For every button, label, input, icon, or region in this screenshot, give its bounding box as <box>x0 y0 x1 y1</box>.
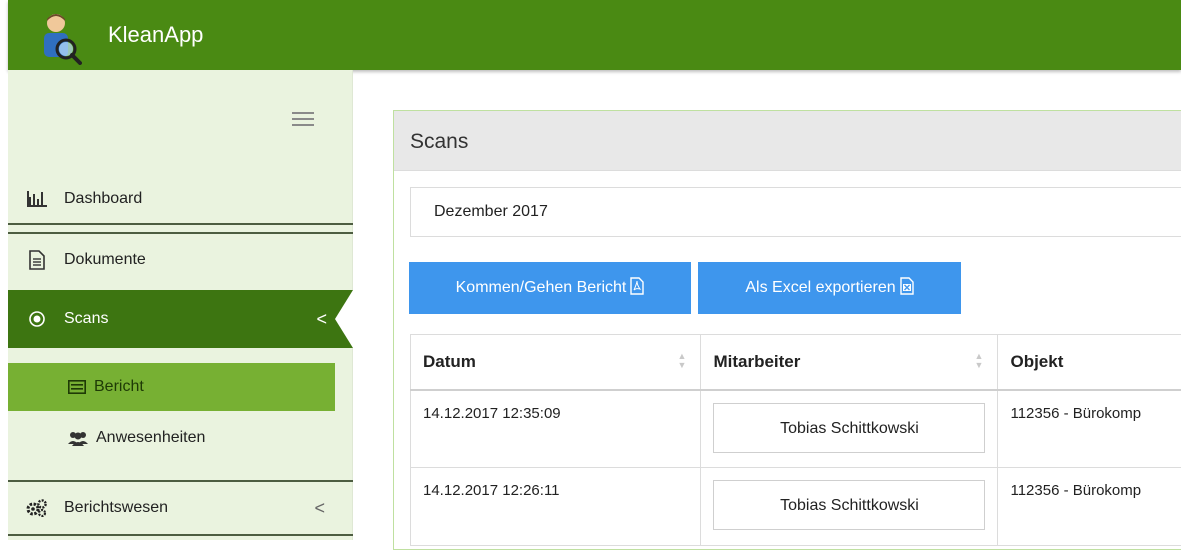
active-indicator <box>335 290 353 348</box>
menu-toggle-icon[interactable] <box>292 112 314 126</box>
cell-mitarbeiter: Tobias Schittkowski <box>701 390 998 468</box>
button-label: Kommen/Gehen Bericht <box>456 279 627 297</box>
excel-export-button[interactable]: Als Excel exportieren <box>698 262 961 314</box>
top-bar: KleanApp <box>8 0 1181 70</box>
sidebar-divider <box>8 534 353 536</box>
month-value: Dezember 2017 <box>434 203 548 221</box>
circle-dot-icon <box>26 311 48 327</box>
document-icon <box>26 250 48 270</box>
column-header-mitarbeiter[interactable]: Mitarbeiter ▲▼ <box>701 335 998 390</box>
kommen-gehen-report-button[interactable]: Kommen/Gehen Bericht <box>409 262 691 314</box>
cell-mitarbeiter: Tobias Schittkowski <box>701 468 998 546</box>
chevron-left-icon: < <box>316 309 327 330</box>
sidebar-subitem-label: Anwesenheiten <box>96 429 205 447</box>
pdf-file-icon <box>630 277 644 300</box>
sidebar-subitem-anwesenheiten[interactable]: Anwesenheiten <box>8 415 335 461</box>
sort-icon[interactable]: ▲▼ <box>678 352 687 370</box>
chevron-left-icon: < <box>314 498 325 519</box>
sidebar-item-label: Dokumente <box>64 251 146 269</box>
employee-button[interactable]: Tobias Schittkowski <box>713 480 985 530</box>
sidebar-item-scans[interactable]: Scans < <box>8 290 353 348</box>
column-header-datum[interactable]: Datum ▲▼ <box>411 335 701 390</box>
report-icon <box>68 380 86 394</box>
sidebar-item-dashboard[interactable]: Dashboard <box>8 175 353 225</box>
employee-button[interactable]: Tobias Schittkowski <box>713 403 985 453</box>
sidebar-item-label: Scans <box>64 310 108 328</box>
cell-objekt: 112356 - Bürokomp <box>998 390 1181 468</box>
page-title: Scans <box>410 130 468 154</box>
table-row[interactable]: 14.12.2017 12:26:11 Tobias Schittkowski … <box>411 468 1181 546</box>
sidebar-item-berichtswesen[interactable]: Berichtswesen < <box>8 480 353 534</box>
bar-chart-icon <box>26 191 48 207</box>
excel-file-icon <box>900 277 914 300</box>
sidebar-subitem-label: Bericht <box>94 378 144 396</box>
sort-icon[interactable]: ▲▼ <box>975 352 984 370</box>
sidebar-item-label: Dashboard <box>64 190 142 208</box>
cell-datum: 14.12.2017 12:35:09 <box>411 390 701 468</box>
users-icon <box>68 430 88 446</box>
table-row[interactable]: 14.12.2017 12:35:09 Tobias Schittkowski … <box>411 390 1181 468</box>
cogs-icon <box>26 499 48 517</box>
app-title[interactable]: KleanApp <box>108 22 203 48</box>
app-logo-icon <box>36 11 82 65</box>
cell-objekt: 112356 - Bürokomp <box>998 468 1181 546</box>
sidebar-item-dokumente[interactable]: Dokumente <box>8 232 353 286</box>
sidebar-subitem-bericht[interactable]: Bericht <box>8 363 335 411</box>
button-label: Als Excel exportieren <box>745 279 895 297</box>
sidebar-item-label: Berichtswesen <box>64 499 168 517</box>
cell-datum: 14.12.2017 12:26:11 <box>411 468 701 546</box>
column-header-objekt[interactable]: Objekt <box>998 335 1181 390</box>
panel-header <box>394 111 1181 171</box>
scans-table: Datum ▲▼ Mitarbeiter ▲▼ Objekt 14.12.201… <box>410 334 1181 544</box>
